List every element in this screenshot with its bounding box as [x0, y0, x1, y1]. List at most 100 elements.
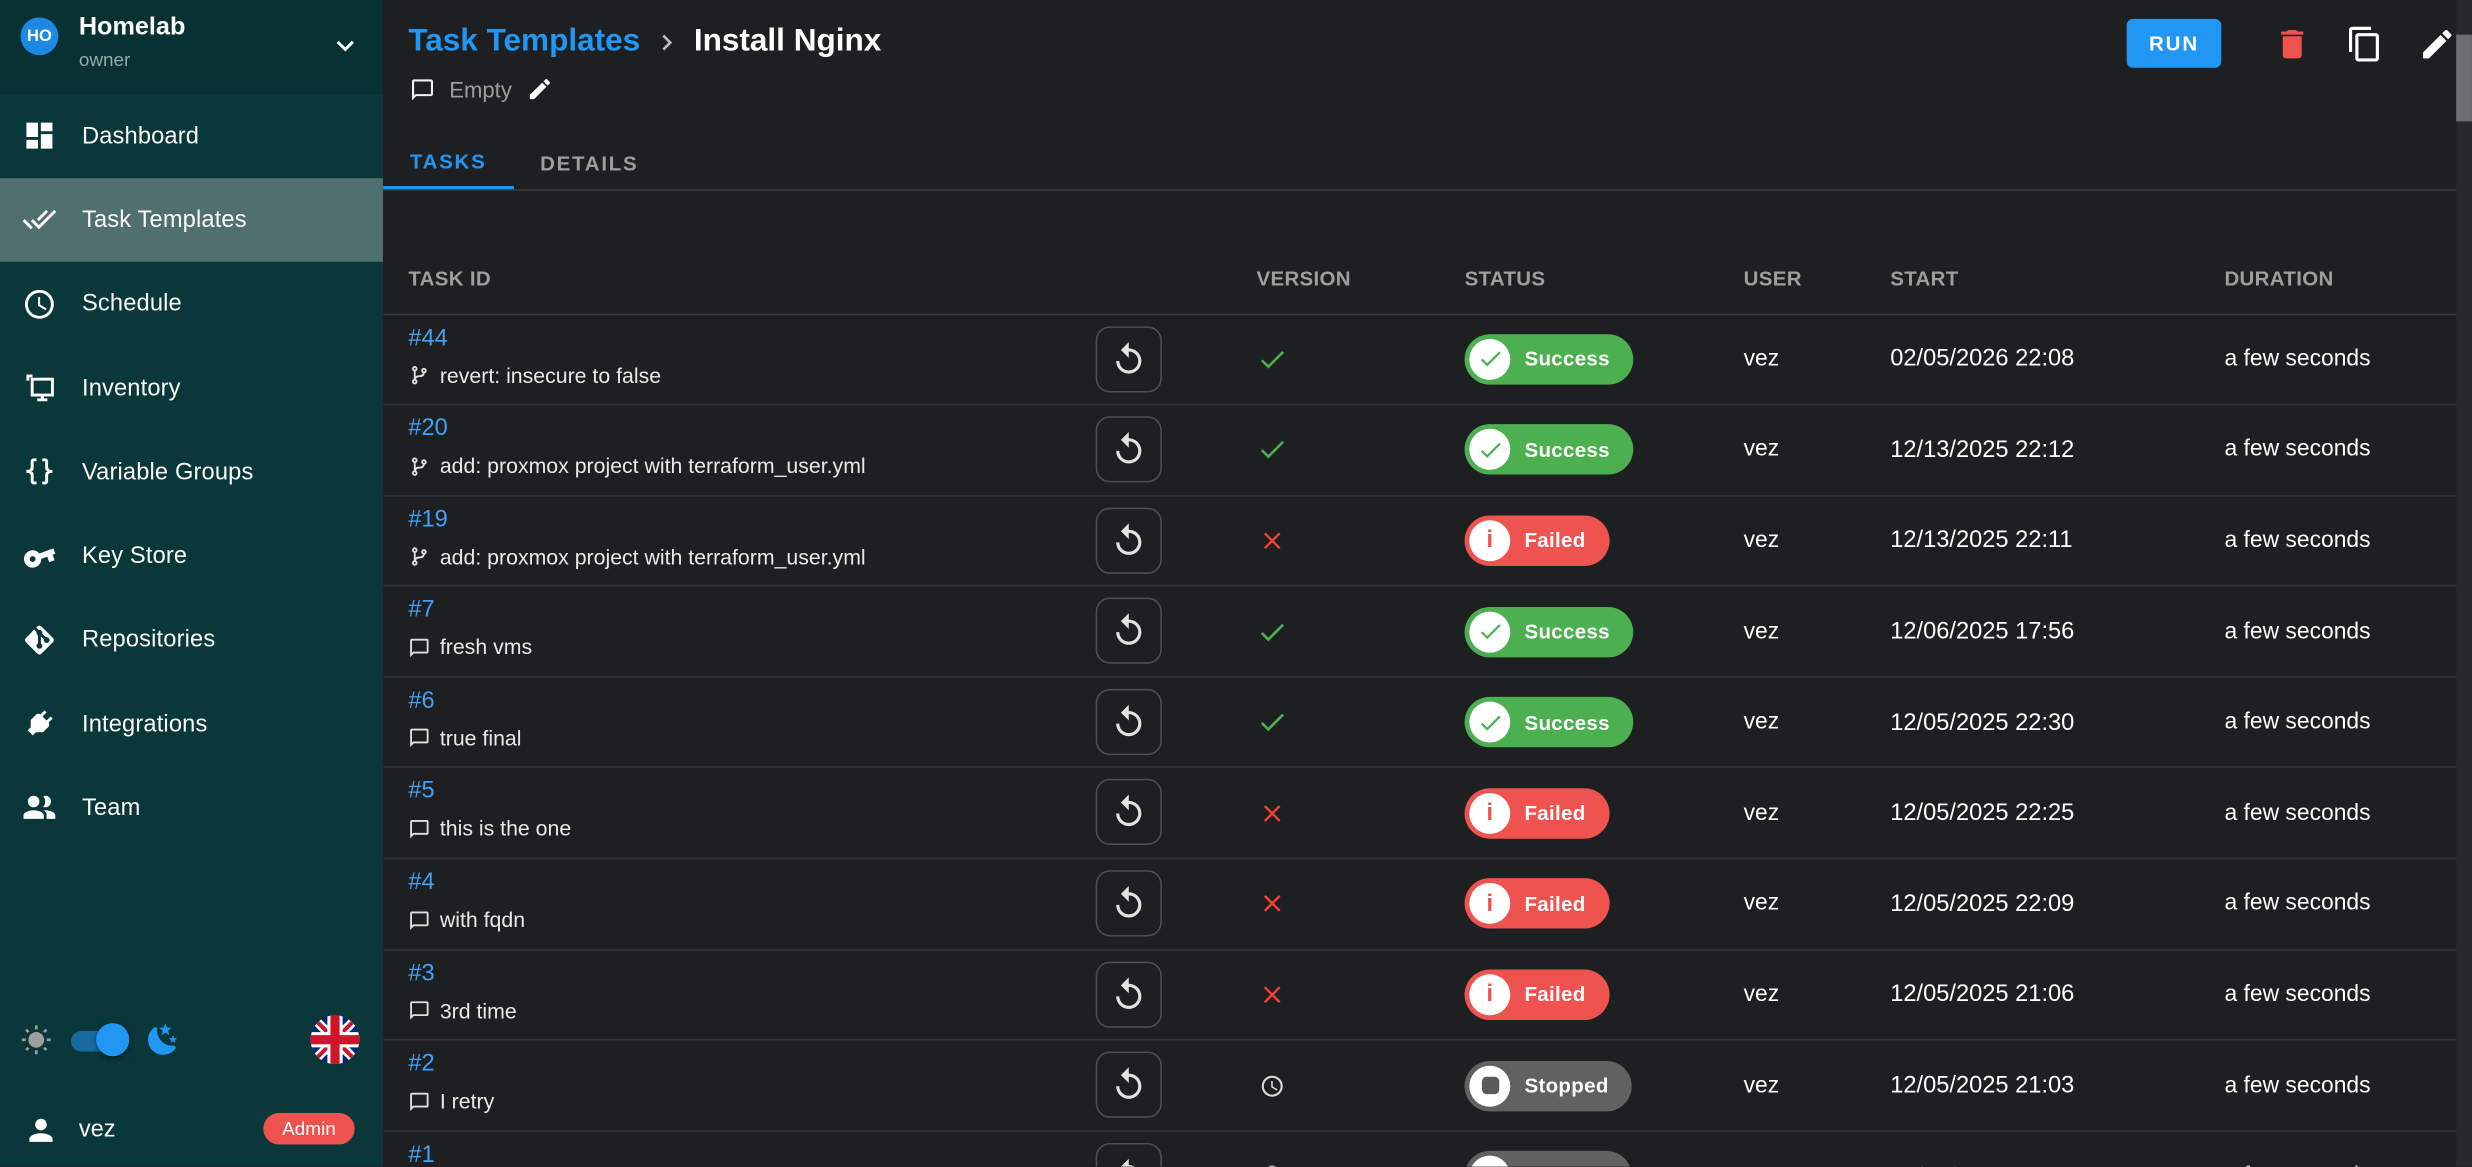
- sidebar-item-variable-groups[interactable]: Variable Groups: [0, 430, 383, 514]
- comment-icon: [408, 818, 430, 840]
- task-id-link[interactable]: #2: [408, 1050, 434, 1077]
- success-check-icon: [1476, 618, 1503, 645]
- run-button[interactable]: RUN: [2127, 19, 2222, 68]
- version-fail-icon: [1258, 981, 1286, 1009]
- sidebar-item-label: Task Templates: [82, 206, 247, 233]
- table-row: #4with fqdniFailedvez12/05/2025 22:09a f…: [383, 859, 2456, 950]
- git-icon: [22, 623, 57, 658]
- sidebar-item-inventory[interactable]: Inventory: [0, 346, 383, 430]
- sidebar-item-team[interactable]: Team: [0, 766, 383, 850]
- task-id-cell: #6true final: [408, 687, 521, 750]
- project-selector[interactable]: HO Homelab owner: [0, 0, 383, 94]
- rerun-task-button[interactable]: [1096, 689, 1162, 755]
- task-message: add: proxmox project with terraform_user…: [408, 545, 865, 569]
- key-icon: [22, 539, 57, 574]
- status-label: Success: [1524, 620, 1609, 644]
- scrollbar-thumb[interactable]: [2456, 35, 2472, 122]
- status-label: Failed: [1524, 983, 1585, 1007]
- project-role: owner: [79, 49, 131, 71]
- team-icon: [22, 791, 57, 826]
- rerun-task-button[interactable]: [1096, 1052, 1162, 1118]
- task-id-link[interactable]: #4: [408, 869, 434, 896]
- task-message-text: revert: insecure to false: [440, 363, 661, 387]
- username: vez: [79, 1116, 116, 1143]
- version-cell: [1244, 496, 1301, 585]
- replay-icon: [1110, 1066, 1148, 1104]
- task-id-link[interactable]: #1: [408, 1141, 434, 1166]
- scrollbar: [2456, 0, 2472, 1167]
- sidebar-item-schedule[interactable]: Schedule: [0, 262, 383, 346]
- sidebar-nav: Dashboard Task Templates ScheduleInventory…: [0, 94, 383, 850]
- rerun-task-button[interactable]: [1096, 1143, 1162, 1167]
- task-id-link[interactable]: #19: [408, 506, 447, 533]
- language-flag-uk[interactable]: [311, 1015, 360, 1064]
- task-message-text: 3rd time: [440, 999, 517, 1023]
- duration-cell: a few seconds: [2224, 678, 2370, 767]
- task-history-table: TASK ID VERSION STATUS USER START DURATI…: [383, 189, 2456, 1166]
- replay-icon: [1110, 975, 1148, 1013]
- task-message: 3rd time: [408, 999, 516, 1023]
- dark-mode-toggle[interactable]: [69, 1025, 129, 1057]
- edit-description-icon[interactable]: [526, 76, 553, 103]
- version-cell: [1244, 950, 1301, 1039]
- rerun-task-button[interactable]: [1096, 780, 1162, 846]
- rerun-task-button[interactable]: [1096, 507, 1162, 573]
- task-message: add: proxmox project with terraform_user…: [408, 454, 865, 478]
- rerun-task-button[interactable]: [1096, 961, 1162, 1027]
- sidebar-item-task-templates[interactable]: Task Templates: [0, 178, 383, 262]
- success-check-icon: [1476, 437, 1503, 464]
- rerun-task-button[interactable]: [1096, 870, 1162, 936]
- task-id-cell: #44 revert: insecure to false: [408, 324, 661, 387]
- sidebar: HO Homelab owner Dashboard Task Templates…: [0, 0, 383, 1167]
- version-ok-icon: [1256, 434, 1288, 466]
- error-info-icon: i: [1486, 529, 1493, 553]
- tab-tasks[interactable]: TASKS: [383, 136, 513, 190]
- delete-icon[interactable]: [2273, 24, 2311, 62]
- task-id-cell: #33rd time: [408, 960, 516, 1023]
- template-actions: RUN: [2127, 19, 2456, 68]
- task-message-text: true final: [440, 727, 522, 751]
- task-id-link[interactable]: #44: [408, 324, 447, 351]
- task-message: I retry: [408, 1090, 494, 1114]
- edit-icon[interactable]: [2418, 24, 2456, 62]
- user-cell: vez: [1744, 315, 1780, 404]
- table-header: TASK ID VERSION STATUS USER START DURATI…: [383, 189, 2456, 314]
- duration-cell: a few seconds: [2224, 768, 2370, 857]
- col-duration: DURATION: [2224, 266, 2333, 290]
- task-message: fresh vms: [408, 636, 532, 660]
- task-id-cell: #7fresh vms: [408, 596, 532, 659]
- rerun-task-button[interactable]: [1096, 598, 1162, 664]
- col-task-id: TASK ID: [408, 266, 491, 290]
- sidebar-item-repositories[interactable]: Repositories: [0, 598, 383, 682]
- table-row: #44revert: insecure to falseSuccessvez02…: [383, 315, 2456, 406]
- task-id-link[interactable]: #5: [408, 778, 434, 805]
- table-row: #20 add: proxmox project with terraform_u…: [383, 405, 2456, 496]
- start-cell: 12/05/2025 22:30: [1890, 678, 2074, 767]
- task-id-link[interactable]: #7: [408, 596, 434, 623]
- table-row: #19 add: proxmox project with terraform_u…: [383, 496, 2456, 587]
- breadcrumb-parent-link[interactable]: Task Templates: [408, 24, 640, 60]
- task-message-text: fresh vms: [440, 636, 532, 660]
- user-menu[interactable]: vez Admin: [0, 1105, 383, 1159]
- copy-icon[interactable]: [2346, 24, 2384, 62]
- tab-details[interactable]: DETAILS: [513, 136, 665, 190]
- task-message-text: add: proxmox project with terraform_user…: [440, 545, 866, 569]
- task-id-link[interactable]: #6: [408, 687, 434, 714]
- stop-icon: [1481, 1077, 1498, 1094]
- person-icon: [24, 1113, 59, 1148]
- sidebar-item-integrations[interactable]: Integrations: [0, 682, 383, 766]
- sidebar-item-key-store[interactable]: Key Store: [0, 514, 383, 598]
- chevron-down-icon[interactable]: [328, 28, 363, 63]
- status-label: Success: [1524, 438, 1609, 462]
- success-check-icon: [1476, 346, 1503, 373]
- status-badge: iFailed: [1465, 969, 1610, 1019]
- task-id-link[interactable]: #20: [408, 415, 447, 442]
- sidebar-item-dashboard[interactable]: Dashboard: [0, 94, 383, 178]
- rerun-task-button[interactable]: [1096, 416, 1162, 482]
- version-cell: [1244, 587, 1301, 676]
- comment-icon: [408, 1091, 430, 1113]
- moon-icon: [145, 1022, 181, 1058]
- rerun-task-button[interactable]: [1096, 326, 1162, 392]
- task-id-link[interactable]: #3: [408, 960, 434, 987]
- col-version: VERSION: [1256, 266, 1350, 290]
